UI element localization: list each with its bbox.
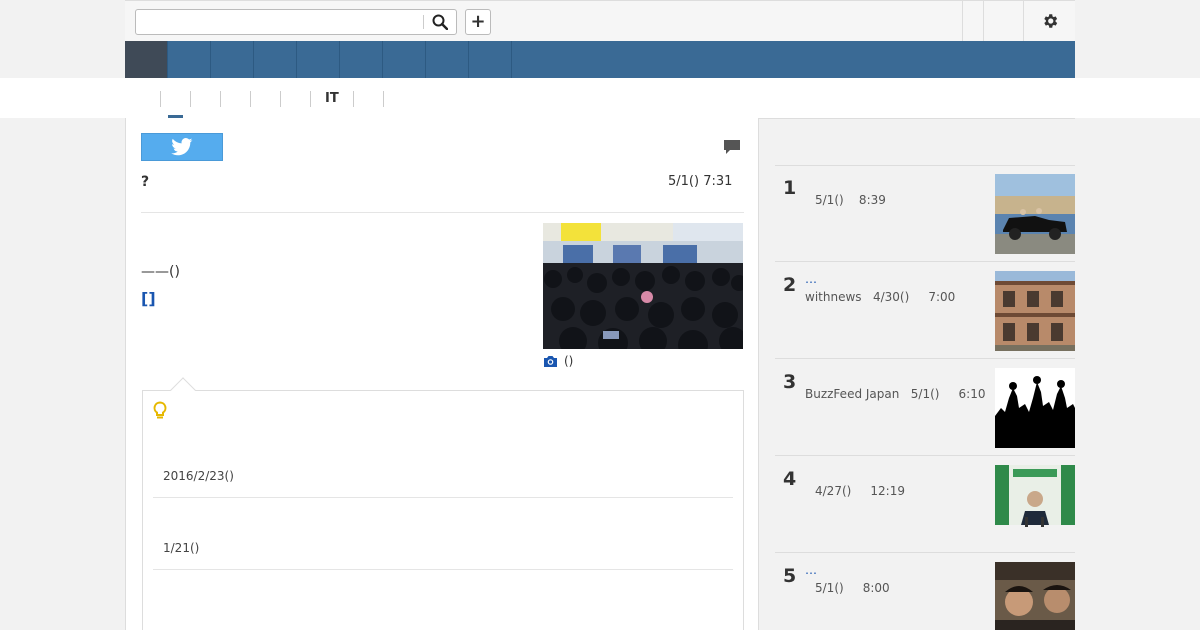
rank-number: 5 bbox=[783, 565, 797, 587]
article-date: 5/1() 7:31 bbox=[668, 174, 733, 189]
toolbar-divider bbox=[983, 1, 984, 41]
subnav-item[interactable] bbox=[160, 91, 190, 107]
article-panel: ? 5/1() 7:31 () ——() [] 2016/2/23() 1/21… bbox=[125, 118, 759, 630]
related-articles-box: 2016/2/23() 1/21() bbox=[142, 390, 744, 630]
related-item-date: 1/21() bbox=[163, 541, 200, 555]
press-conference-image bbox=[995, 465, 1075, 545]
subnav-item-it[interactable]: IT bbox=[310, 91, 353, 107]
nav-item[interactable] bbox=[426, 41, 469, 78]
rank-thumbnail[interactable] bbox=[995, 562, 1075, 630]
search-icon bbox=[432, 14, 448, 30]
tweet-button[interactable] bbox=[141, 133, 223, 161]
subnav-item[interactable] bbox=[382, 91, 413, 107]
rank-number: 2 bbox=[783, 274, 797, 296]
rank-meta: BuzzFeed Japan 5/1() 6:10 bbox=[805, 387, 986, 401]
subnav-item[interactable] bbox=[280, 91, 310, 107]
toolbar-divider bbox=[962, 1, 963, 41]
article-link[interactable]: [] bbox=[141, 289, 156, 308]
portrait-image bbox=[995, 562, 1075, 630]
related-divider bbox=[153, 497, 733, 498]
rank-meta: 5/1() 8:39 bbox=[815, 193, 886, 207]
subnav-item[interactable] bbox=[352, 91, 383, 107]
top-toolbar: + bbox=[125, 0, 1075, 41]
nav-item[interactable] bbox=[168, 41, 211, 78]
car-parade-image bbox=[995, 174, 1075, 254]
related-divider bbox=[153, 569, 733, 570]
lightbulb-icon bbox=[153, 401, 167, 419]
nav-item[interactable] bbox=[469, 41, 512, 78]
ranking-item[interactable]: 2 … withnews 4/30() 7:00 bbox=[775, 262, 1075, 359]
subnav-item[interactable] bbox=[190, 91, 220, 107]
rank-thumbnail[interactable] bbox=[995, 271, 1075, 351]
photo-caption-text: () bbox=[564, 354, 574, 368]
search-button[interactable] bbox=[430, 13, 450, 31]
ranking-item[interactable]: 1 5/1() 8:39 bbox=[775, 165, 1075, 262]
related-item-date: 2016/2/23() bbox=[163, 469, 234, 483]
gear-icon bbox=[1044, 14, 1058, 28]
rank-number: 4 bbox=[783, 468, 797, 490]
nav-item[interactable] bbox=[297, 41, 340, 78]
apartment-image bbox=[995, 271, 1075, 351]
rank-meta: 4/27() 12:19 bbox=[815, 484, 905, 498]
nav-item[interactable] bbox=[254, 41, 297, 78]
add-button[interactable]: + bbox=[465, 9, 491, 35]
nav-item[interactable] bbox=[211, 41, 254, 78]
article-divider bbox=[141, 212, 744, 213]
ranking-item[interactable]: 3 BuzzFeed Japan 5/1() 6:10 bbox=[775, 359, 1075, 456]
rank-number: 3 bbox=[783, 371, 797, 393]
settings-button[interactable] bbox=[1039, 10, 1061, 32]
rank-meta: withnews 4/30() 7:00 bbox=[805, 290, 956, 304]
camera-icon bbox=[544, 356, 557, 367]
ranking-list: 1 5/1() 8:39 2 … withnews 4/30() 7:00 3 … bbox=[775, 165, 1075, 630]
rank-thumbnail[interactable] bbox=[995, 465, 1075, 545]
subnav-item[interactable] bbox=[250, 91, 280, 107]
photo-caption: () bbox=[543, 354, 573, 368]
nav-item[interactable] bbox=[383, 41, 426, 78]
comment-icon[interactable] bbox=[723, 139, 741, 155]
search-box bbox=[135, 9, 457, 35]
nav-item[interactable] bbox=[340, 41, 383, 78]
article-body-text: ——() bbox=[141, 264, 180, 280]
subnav-item[interactable] bbox=[220, 91, 250, 107]
search-input[interactable] bbox=[140, 12, 420, 32]
nav-item-home[interactable] bbox=[125, 41, 168, 78]
rank-thumbnail[interactable] bbox=[995, 174, 1075, 254]
ranking-item[interactable]: 5 … 5/1() 8:00 bbox=[775, 553, 1075, 630]
article-title: ? bbox=[141, 174, 150, 190]
main-nav bbox=[125, 41, 1075, 78]
rank-number: 1 bbox=[783, 177, 797, 199]
rank-thumbnail[interactable] bbox=[995, 368, 1075, 448]
toolbar-divider bbox=[1023, 1, 1024, 41]
rank-title[interactable]: … bbox=[805, 272, 817, 286]
ranking-item[interactable]: 4 4/27() 12:19 bbox=[775, 456, 1075, 553]
silhouette-image bbox=[995, 368, 1075, 448]
twitter-icon bbox=[171, 138, 193, 156]
rank-title[interactable]: … bbox=[805, 563, 817, 577]
search-divider bbox=[423, 15, 424, 29]
crowd-photo bbox=[543, 223, 743, 349]
article-photo[interactable] bbox=[543, 223, 743, 349]
rank-meta: 5/1() 8:00 bbox=[815, 581, 890, 595]
category-subnav: IT bbox=[160, 90, 413, 108]
